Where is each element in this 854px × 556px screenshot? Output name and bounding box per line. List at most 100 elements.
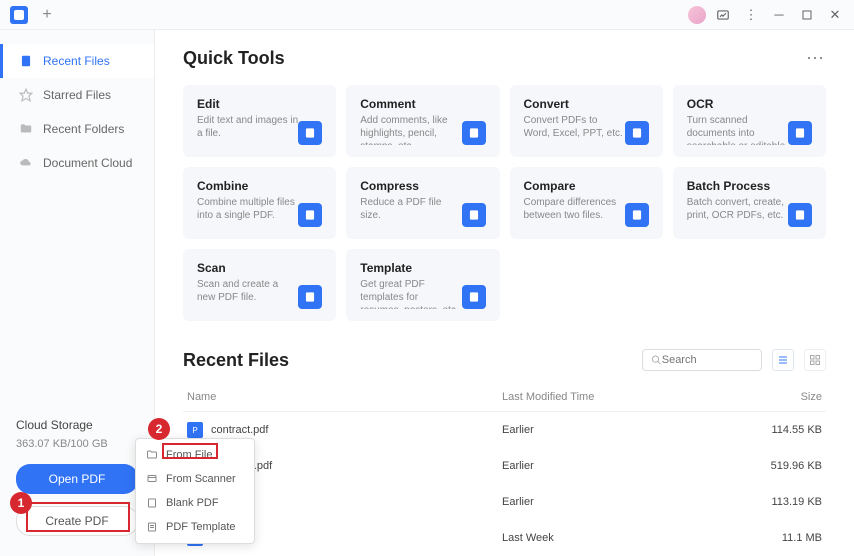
menu-item-from-scanner[interactable]: From Scanner bbox=[136, 467, 254, 491]
maximize-button[interactable] bbox=[796, 4, 818, 26]
tool-card-convert[interactable]: Convert Convert PDFs to Word, Excel, PPT,… bbox=[510, 85, 663, 157]
tool-card-ocr[interactable]: OCR Turn scanned documents into searchabl… bbox=[673, 85, 826, 157]
tool-card-compress[interactable]: Compress Reduce a PDF file size. bbox=[346, 167, 499, 239]
quick-tools-title: Quick Tools bbox=[183, 48, 285, 69]
file-row[interactable]: PEarlier113.19 KB bbox=[183, 484, 826, 520]
recent-files-title: Recent Files bbox=[183, 350, 289, 371]
tool-icon bbox=[788, 203, 812, 227]
sidebar-item-recent-files[interactable]: Recent Files bbox=[0, 44, 154, 78]
tool-card-batch-process[interactable]: Batch Process Batch convert, create, prin… bbox=[673, 167, 826, 239]
menu-item-from-file[interactable]: From File bbox=[136, 443, 254, 467]
list-view-button[interactable] bbox=[772, 349, 794, 371]
user-avatar-icon[interactable] bbox=[688, 6, 706, 24]
menu-item-blank-pdf[interactable]: Blank PDF bbox=[136, 491, 254, 515]
star-icon bbox=[19, 88, 33, 102]
tool-icon bbox=[462, 121, 486, 145]
tool-title: Edit bbox=[197, 97, 298, 111]
search-input[interactable] bbox=[662, 354, 753, 366]
file-size: 113.19 KB bbox=[742, 496, 822, 508]
cloud-storage-value: 363.07 KB/100 GB bbox=[16, 438, 138, 450]
tool-icon bbox=[298, 285, 322, 309]
menu-item-icon bbox=[146, 497, 158, 509]
minimize-button[interactable]: ─ bbox=[768, 4, 790, 26]
tool-title: Template bbox=[360, 261, 461, 275]
file-modified: Earlier bbox=[502, 424, 742, 436]
file-size: 114.55 KB bbox=[742, 424, 822, 436]
tool-icon bbox=[298, 203, 322, 227]
sidebar-item-starred-files[interactable]: Starred Files bbox=[0, 78, 154, 112]
app-logo-icon bbox=[10, 6, 28, 24]
annotation-badge-1: 1 bbox=[10, 492, 32, 514]
sidebar-item-label: Recent Folders bbox=[43, 122, 124, 136]
file-name: contract.pdf bbox=[211, 424, 268, 436]
more-vertical-icon[interactable]: ⋮ bbox=[740, 4, 762, 26]
tool-title: Scan bbox=[197, 261, 298, 275]
sidebar-item-label: Document Cloud bbox=[43, 156, 132, 170]
tool-card-template[interactable]: Template Get great PDF templates for resu… bbox=[346, 249, 499, 321]
file-size: 519.96 KB bbox=[742, 460, 822, 472]
tool-card-compare[interactable]: Compare Compare differences between two f… bbox=[510, 167, 663, 239]
search-icon bbox=[651, 354, 662, 366]
menu-item-icon bbox=[146, 521, 158, 533]
tool-icon bbox=[462, 285, 486, 309]
tool-desc: Get great PDF templates for resumes, pos… bbox=[360, 278, 461, 309]
tool-card-combine[interactable]: Combine Combine multiple files into a sin… bbox=[183, 167, 336, 239]
sidebar-item-label: Starred Files bbox=[43, 88, 111, 102]
more-horizontal-icon[interactable]: ⋯ bbox=[806, 48, 826, 69]
tool-title: Combine bbox=[197, 179, 298, 193]
tool-desc: Compare differences between two files. bbox=[524, 196, 625, 222]
tool-card-scan[interactable]: ScanScan and create a new PDF file. bbox=[183, 249, 336, 321]
file-modified: Earlier bbox=[502, 496, 742, 508]
search-box[interactable] bbox=[642, 349, 762, 371]
grid-view-button[interactable] bbox=[804, 349, 826, 371]
tool-title: Compress bbox=[360, 179, 461, 193]
tool-card-comment[interactable]: Comment Add comments, like highlights, pe… bbox=[346, 85, 499, 157]
tool-icon bbox=[788, 121, 812, 145]
new-tab-button[interactable]: + bbox=[36, 4, 58, 26]
create-pdf-menu: From File From Scanner Blank PDF PDF Templa… bbox=[135, 438, 255, 544]
tool-title: OCR bbox=[687, 97, 788, 111]
create-pdf-button[interactable]: Create PDF bbox=[16, 506, 138, 536]
tool-desc: Batch convert, create, print, OCR PDFs, … bbox=[687, 196, 788, 222]
message-icon[interactable] bbox=[712, 4, 734, 26]
cloud-storage-panel: Cloud Storage 363.07 KB/100 GB bbox=[0, 404, 154, 464]
sidebar-item-document-cloud[interactable]: Document Cloud bbox=[0, 146, 154, 180]
tool-icon bbox=[462, 203, 486, 227]
menu-item-label: Blank PDF bbox=[166, 497, 219, 509]
folder-icon bbox=[19, 122, 33, 136]
column-size: Size bbox=[742, 391, 822, 403]
tool-desc: Add comments, like highlights, pencil, s… bbox=[360, 114, 461, 145]
file-size: 11.1 MB bbox=[742, 532, 822, 544]
column-modified: Last Modified Time bbox=[502, 391, 742, 403]
tool-desc: Reduce a PDF file size. bbox=[360, 196, 461, 222]
cloud-icon bbox=[19, 156, 33, 170]
menu-item-icon bbox=[146, 449, 158, 461]
sidebar-item-recent-folders[interactable]: Recent Folders bbox=[0, 112, 154, 146]
sidebar-item-label: Recent Files bbox=[43, 54, 110, 68]
column-name: Name bbox=[187, 391, 502, 403]
menu-item-icon bbox=[146, 473, 158, 485]
tool-desc: Convert PDFs to Word, Excel, PPT, etc. bbox=[524, 114, 625, 140]
file-row[interactable]: PArchitect.pdfEarlier519.96 KB bbox=[183, 448, 826, 484]
menu-item-label: From File bbox=[166, 449, 212, 461]
file-modified: Last Week bbox=[502, 532, 742, 544]
tool-icon bbox=[298, 121, 322, 145]
tool-title: Comment bbox=[360, 97, 461, 111]
file-row[interactable]: PLast Week11.1 MB bbox=[183, 520, 826, 556]
annotation-badge-2: 2 bbox=[148, 418, 170, 440]
pdf-file-icon: P bbox=[187, 422, 203, 438]
tool-card-edit[interactable]: Edit Edit text and images in a file. bbox=[183, 85, 336, 157]
tool-title: Batch Process bbox=[687, 179, 788, 193]
tool-title: Compare bbox=[524, 179, 625, 193]
tool-desc: Edit text and images in a file. bbox=[197, 114, 298, 140]
menu-item-pdf-template[interactable]: PDF Template bbox=[136, 515, 254, 539]
tool-desc: Turn scanned documents into searchable o… bbox=[687, 114, 788, 145]
cloud-storage-title: Cloud Storage bbox=[16, 418, 138, 432]
close-button[interactable]: ✕ bbox=[824, 4, 846, 26]
tool-title: Convert bbox=[524, 97, 625, 111]
tool-desc: Combine multiple files into a single PDF… bbox=[197, 196, 298, 222]
tool-icon bbox=[625, 203, 649, 227]
file-row[interactable]: Pcontract.pdf Earlier114.55 KB bbox=[183, 412, 826, 448]
open-pdf-button[interactable]: Open PDF bbox=[16, 464, 138, 494]
menu-item-label: PDF Template bbox=[166, 521, 236, 533]
